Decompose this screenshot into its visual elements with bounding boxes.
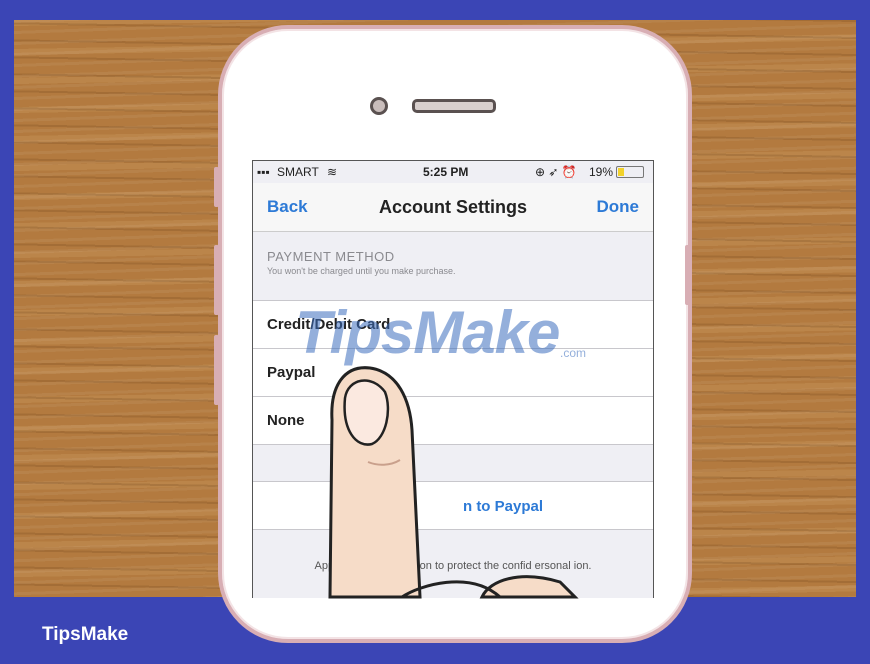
payment-option-label: None xyxy=(267,412,305,429)
brand-caption: TipsMake xyxy=(42,624,129,645)
image-frame: ▪▪▪ SMART ≋ 5:25 PM ⊕ ➶ ⏰ 19% Back Accou… xyxy=(0,0,870,664)
watermark-suffix: .com xyxy=(560,346,587,360)
carrier-label: SMART xyxy=(277,165,319,179)
navigation-bar: Back Account Settings Done xyxy=(253,183,653,232)
encryption-notice: Apple uses d encryption to protect the c… xyxy=(314,560,592,572)
payment-method-subtitle: You won't be charged until you make purc… xyxy=(267,266,456,276)
done-button[interactable]: Done xyxy=(597,197,640,217)
payment-method-header: PAYMENT METHOD xyxy=(267,249,395,264)
phone-screen: ▪▪▪ SMART ≋ 5:25 PM ⊕ ➶ ⏰ 19% Back Accou… xyxy=(252,160,654,598)
power-button xyxy=(685,245,690,305)
sign-in-label: n to Paypal xyxy=(462,498,544,515)
signal-icon: ▪▪▪ xyxy=(257,165,270,179)
sign-in-to-paypal-button[interactable]: n to Paypal xyxy=(253,481,653,530)
watermark-logo: TipsMake xyxy=(295,299,560,366)
wifi-icon: ≋ xyxy=(327,165,338,179)
status-bar: ▪▪▪ SMART ≋ 5:25 PM ⊕ ➶ ⏰ 19% xyxy=(253,161,653,183)
volume-up-button xyxy=(214,245,219,315)
location-icon: ⊕ ➶ ⏰ xyxy=(535,165,577,179)
earpiece-speaker xyxy=(412,99,496,113)
payment-option-none[interactable]: None xyxy=(253,396,653,445)
front-camera xyxy=(370,97,388,115)
volume-down-button xyxy=(214,335,219,405)
battery-percent: 19% xyxy=(589,165,614,179)
page-title: Account Settings xyxy=(378,197,527,217)
battery-icon xyxy=(616,166,644,178)
status-time: 5:25 PM xyxy=(423,165,469,179)
mute-switch xyxy=(214,167,219,207)
